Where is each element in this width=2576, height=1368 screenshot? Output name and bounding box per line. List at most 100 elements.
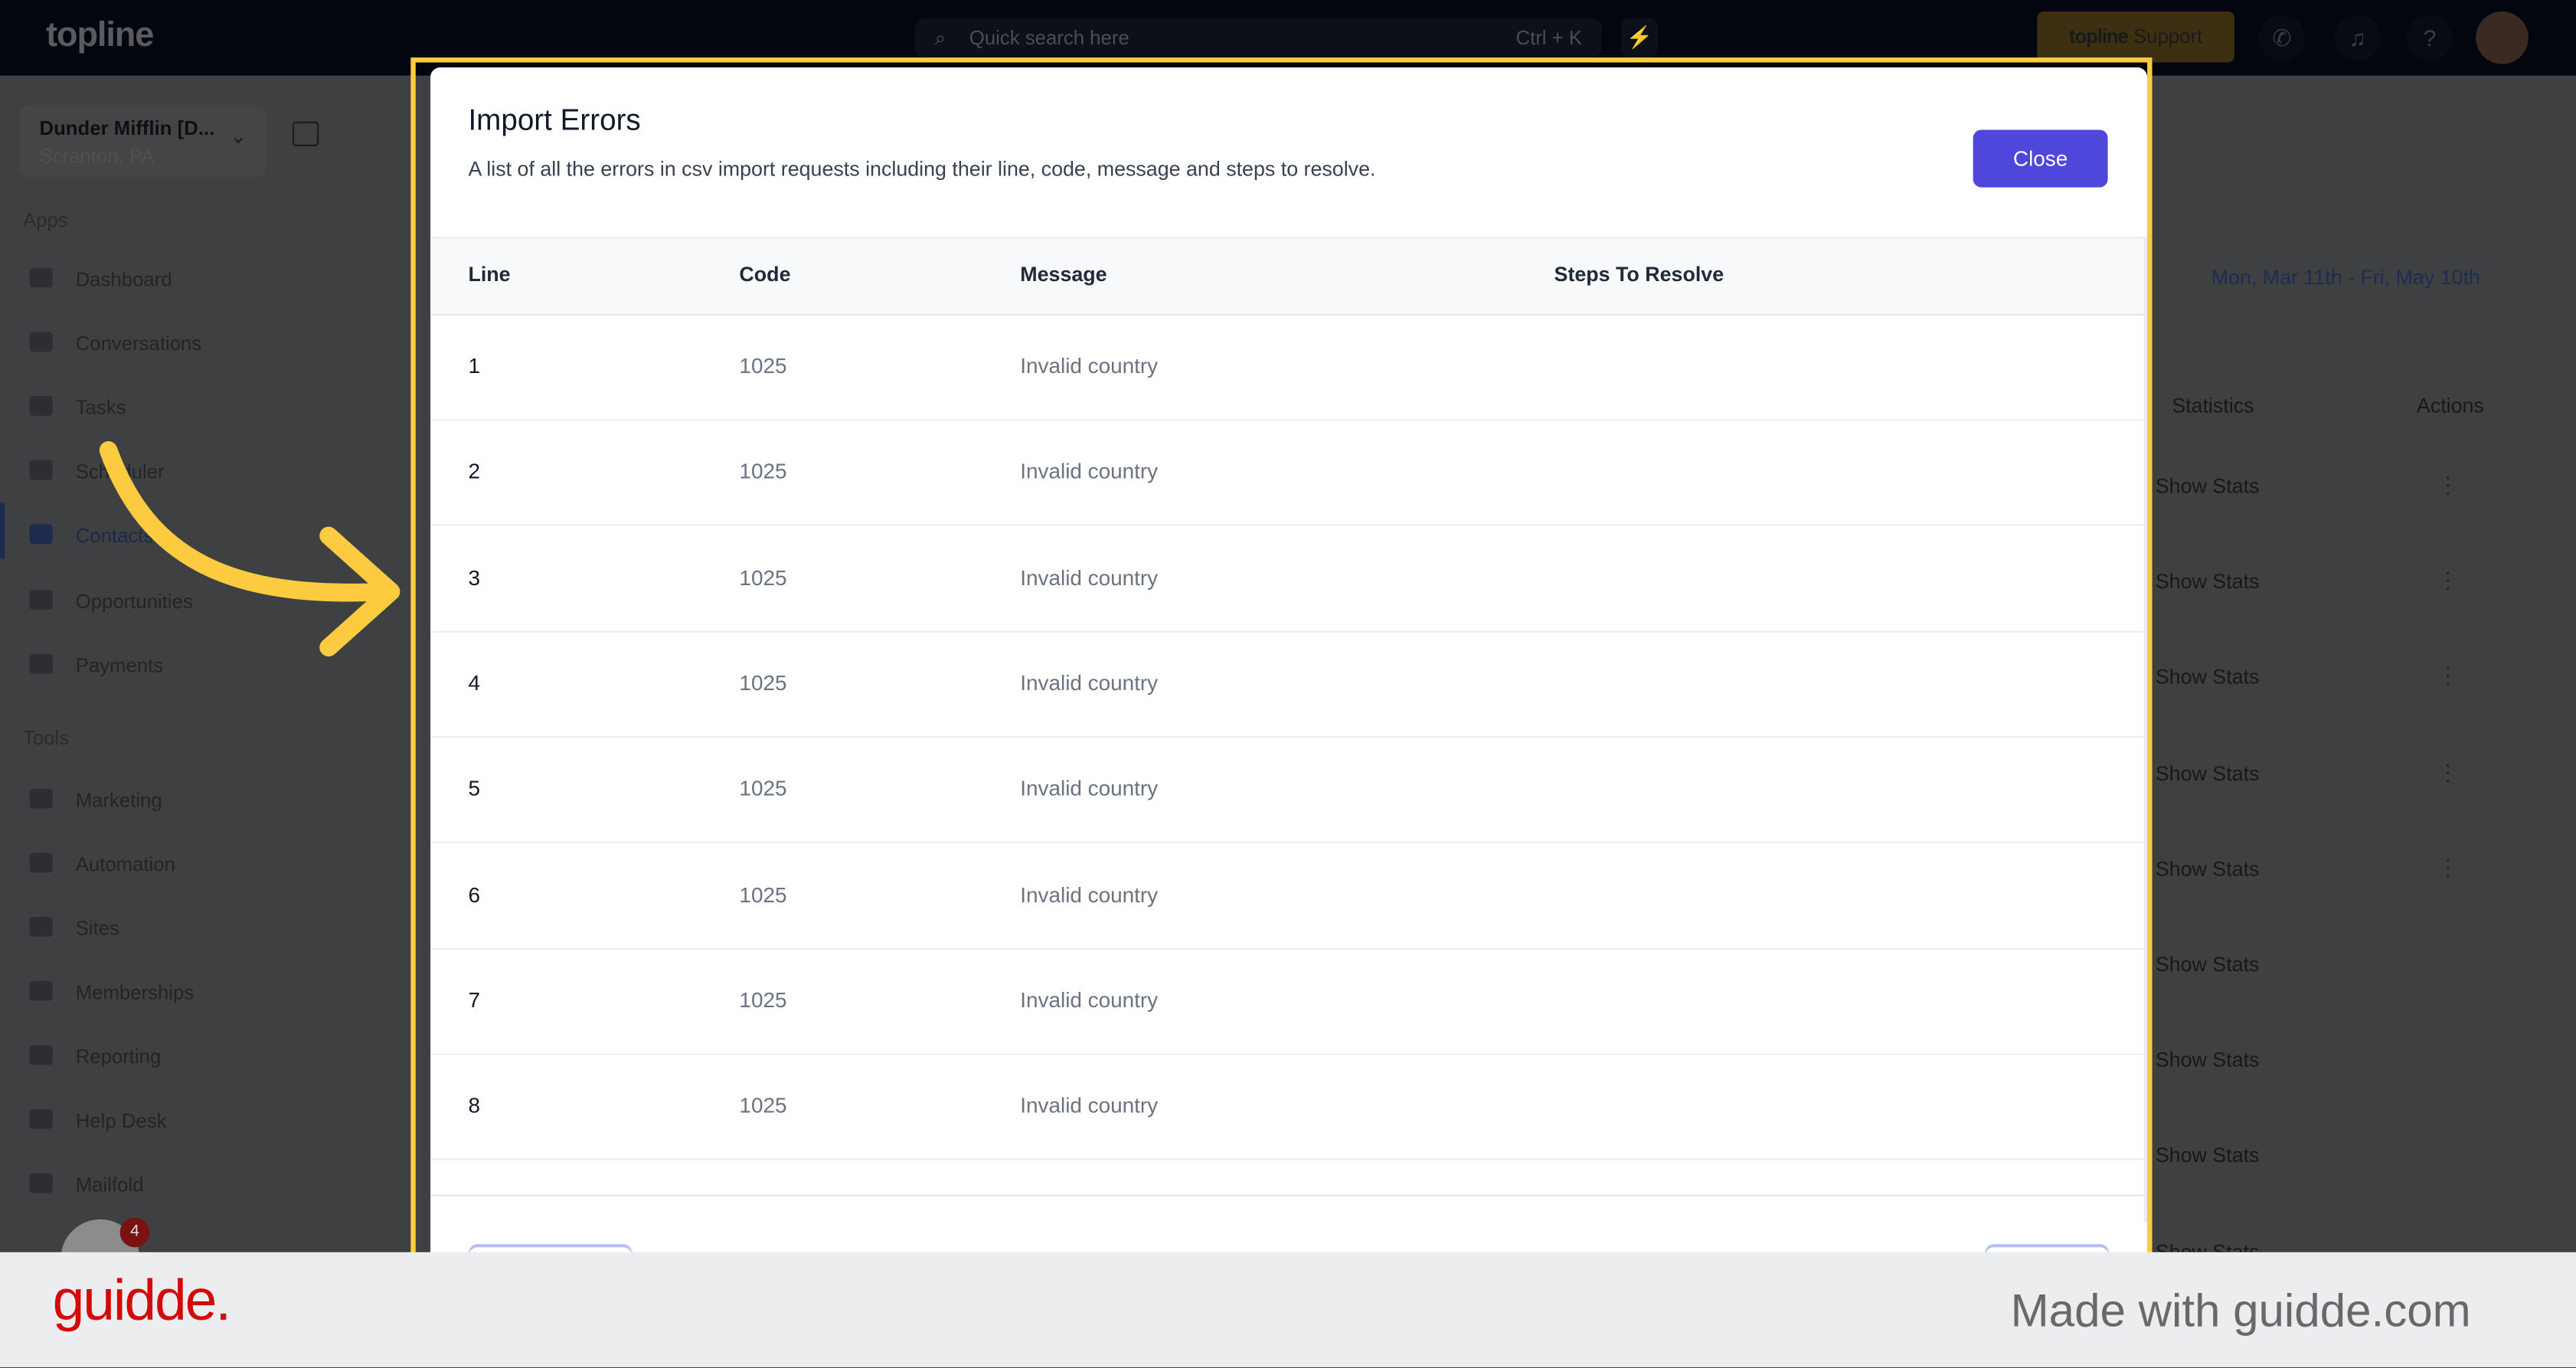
column-actions: Actions [2416,394,2484,417]
column-message: Message [1020,263,1107,286]
support-button[interactable]: topline Support [2037,11,2234,63]
sidebar-item-tasks[interactable]: Tasks [29,396,126,420]
search-shortcut: Ctrl + K [1515,26,1583,50]
modal-description: A list of all the errors in csv import r… [468,157,1376,181]
code-cell: 1025 [739,565,787,590]
message-cell: Invalid country [1020,987,1159,1013]
message-cell: Invalid country [1020,353,1159,378]
line-cell: 5 [468,776,480,801]
line-cell: 6 [468,882,480,907]
sidebar-item-help-desk[interactable]: Help Desk [29,1109,167,1133]
show-stats-link[interactable]: Show Stats [2156,571,2260,594]
message-cell: Invalid country [1020,670,1159,695]
collapse-sidebar-icon[interactable] [292,121,319,146]
show-stats-link[interactable]: Show Stats [2156,762,2260,785]
column-steps: Steps To Resolve [1554,263,1724,286]
opportunities-icon [29,590,53,610]
line-cell: 8 [468,1092,480,1118]
code-cell: 1025 [739,353,787,378]
code-cell: 1025 [739,670,787,695]
tools-heading: Tools [23,726,70,750]
sidebar-item-memberships[interactable]: Memberships [29,980,195,1004]
search-icon: ⌕ [934,26,946,50]
help-icon[interactable]: ? [2407,15,2453,61]
scrollbar[interactable] [2143,236,2148,1223]
code-cell: 1025 [739,1092,787,1118]
automation-icon [29,853,53,873]
sidebar-item-label: Reporting [75,1045,162,1069]
table-row: 1 1025 Invalid country [430,314,2144,421]
more-actions-icon[interactable]: ⋮ [2437,568,2460,595]
sidebar: Dunder Mifflin [D... Scranton, PA ⌄ Apps… [0,75,411,1367]
more-actions-icon[interactable]: ⋮ [2437,854,2460,882]
code-cell: 1025 [739,776,787,801]
avatar[interactable] [2476,11,2529,64]
line-cell: 1 [468,353,480,378]
sidebar-item-label: Conversations [75,332,202,355]
show-stats-link[interactable]: Show Stats [2156,666,2260,689]
show-stats-link[interactable]: Show Stats [2156,1144,2260,1167]
apps-heading: Apps [23,208,68,232]
table-row: 3 1025 Invalid country [430,525,2144,633]
app-screen: topline ⌕ Quick search here Ctrl + K ⚡ t… [0,0,2576,1367]
active-indicator [0,502,5,559]
conversations-icon [29,332,53,352]
table-header: Line Code Message Steps To Resolve [430,236,2144,316]
sidebar-item-label: Marketing [75,788,162,812]
divider [430,1194,2148,1196]
quick-search-input[interactable]: ⌕ Quick search here Ctrl + K [914,18,1602,58]
show-stats-link[interactable]: Show Stats [2156,953,2260,976]
sidebar-item-label: Dashboard [75,267,172,291]
help-desk-icon [29,1109,53,1129]
sidebar-item-reporting[interactable]: Reporting [29,1045,162,1069]
sidebar-item-conversations[interactable]: Conversations [29,332,202,355]
bell-icon[interactable]: ♫ [2334,15,2381,61]
close-button[interactable]: Close [1973,129,2108,188]
account-switcher[interactable]: Dunder Mifflin [D... Scranton, PA ⌄ [19,105,266,178]
message-cell: Invalid country [1020,1092,1159,1118]
guidde-logo: guidde. [52,1268,231,1333]
import-errors-modal: Import Errors A list of all the errors i… [430,67,2148,1284]
code-cell: 1025 [739,987,787,1013]
show-stats-link[interactable]: Show Stats [2156,475,2260,498]
more-actions-icon[interactable]: ⋮ [2437,758,2460,786]
table-row: 8 1025 Invalid country [430,1053,2144,1160]
support-brand: topline [2068,25,2129,48]
line-cell: 3 [468,565,480,590]
memberships-icon [29,980,53,1001]
search-placeholder: Quick search here [969,26,1129,50]
support-label: Support [2133,25,2203,48]
table-row: 2 1025 Invalid country [430,420,2144,527]
code-cell: 1025 [739,882,787,907]
table-row: 4 1025 Invalid country [430,631,2144,738]
more-actions-icon[interactable]: ⋮ [2437,472,2460,499]
sidebar-item-marketing[interactable]: Marketing [29,788,162,812]
message-cell: Invalid country [1020,459,1159,484]
column-statistics: Statistics [2172,394,2254,417]
topline-logo: topline [46,16,154,54]
pointer-arrow-icon [99,441,400,657]
account-name: Dunder Mifflin [D... [39,116,215,140]
contacts-icon [29,524,53,545]
code-cell: 1025 [739,459,787,484]
message-cell: Invalid country [1020,882,1159,907]
show-stats-link[interactable]: Show Stats [2156,1049,2260,1072]
sidebar-item-label: Sites [75,917,119,941]
mailfold-icon [29,1173,53,1193]
sidebar-item-label: Help Desk [75,1109,167,1133]
phone-icon[interactable]: ✆ [2258,15,2306,61]
lightning-icon[interactable]: ⚡ [1621,18,1658,58]
sidebar-item-sites[interactable]: Sites [29,917,119,941]
sidebar-item-mailfold[interactable]: Mailfold [29,1173,143,1196]
line-cell: 2 [468,459,480,484]
modal-title: Import Errors [468,103,641,137]
sidebar-item-automation[interactable]: Automation [29,853,175,876]
sidebar-item-label: Tasks [75,396,126,420]
more-actions-icon[interactable]: ⋮ [2437,663,2460,690]
show-stats-link[interactable]: Show Stats [2156,857,2260,880]
table-row: 5 1025 Invalid country [430,737,2144,843]
table-row: 7 1025 Invalid country [430,947,2144,1055]
sidebar-item-dashboard[interactable]: Dashboard [29,267,172,291]
date-range[interactable]: Mon, Mar 11th - Fri, May 10th [2212,267,2480,290]
chevron-down-icon: ⌄ [230,125,247,149]
